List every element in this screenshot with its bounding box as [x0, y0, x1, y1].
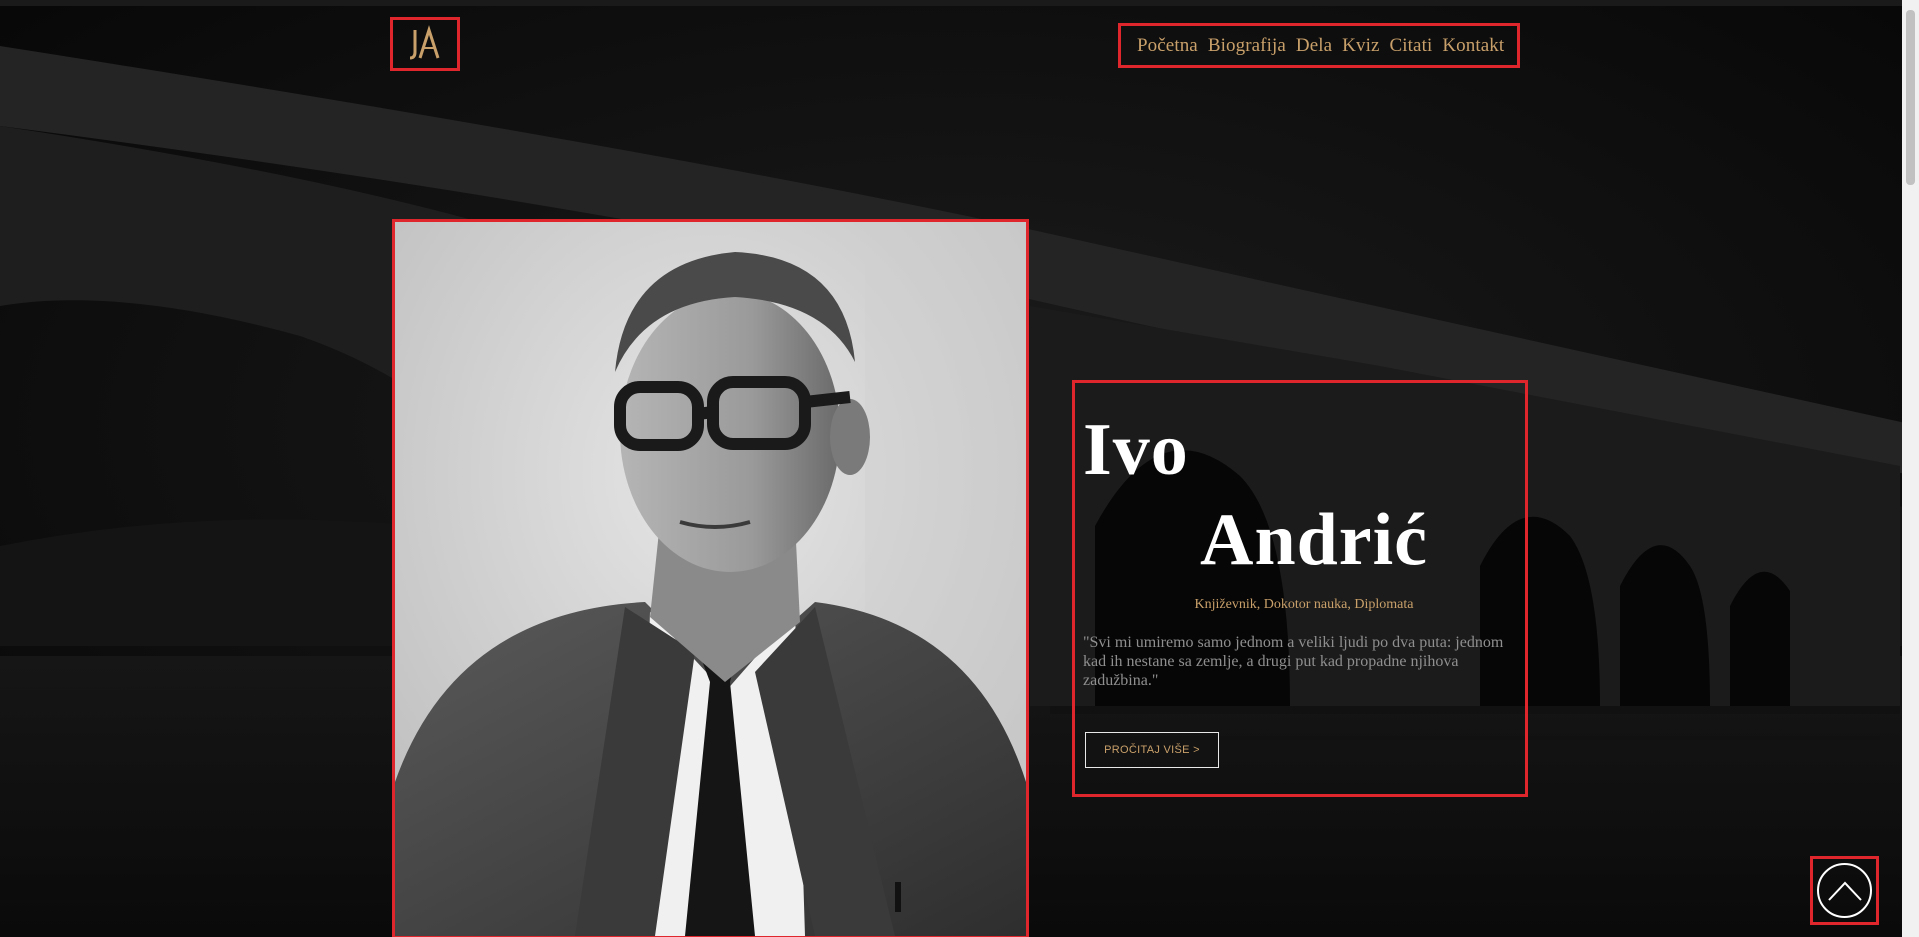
read-more-button[interactable]: PROČITAJ VIŠE > [1085, 732, 1219, 768]
nav-item-dela[interactable]: Dela [1296, 35, 1332, 57]
nav-item-biografija[interactable]: Biografija [1208, 35, 1286, 57]
hero-intro-box: Ivo Andrić Književnik, Dokotor nauka, Di… [1072, 380, 1528, 797]
scrollbar-thumb[interactable] [1906, 10, 1915, 185]
hero-first-name: Ivo [1083, 409, 1189, 491]
nav-item-kontakt[interactable]: Kontakt [1442, 35, 1504, 57]
page-scrollbar[interactable] [1902, 0, 1919, 937]
nav-item-kviz[interactable]: Kviz [1342, 35, 1379, 57]
back-to-top-circle [1817, 863, 1872, 918]
back-to-top-button[interactable] [1810, 856, 1879, 925]
author-portrait-image [395, 222, 1026, 936]
chevron-up-icon [1827, 881, 1862, 901]
hero-quote: "Svi mi umiremo samo jednom a veliki lju… [1083, 634, 1504, 689]
nav-item-pocetna[interactable]: Početna [1137, 35, 1198, 57]
main-navigation: Početna Biografija Dela Kviz Citati Kont… [1118, 23, 1520, 68]
site-logo[interactable] [390, 17, 460, 71]
nav-item-citati[interactable]: Citati [1390, 35, 1433, 57]
hero-roles: Književnik, Dokotor nauka, Diplomata [1194, 597, 1414, 612]
ia-monogram-logo [409, 25, 440, 60]
hero-last-name: Andrić [1200, 499, 1428, 581]
author-portrait [392, 219, 1029, 937]
